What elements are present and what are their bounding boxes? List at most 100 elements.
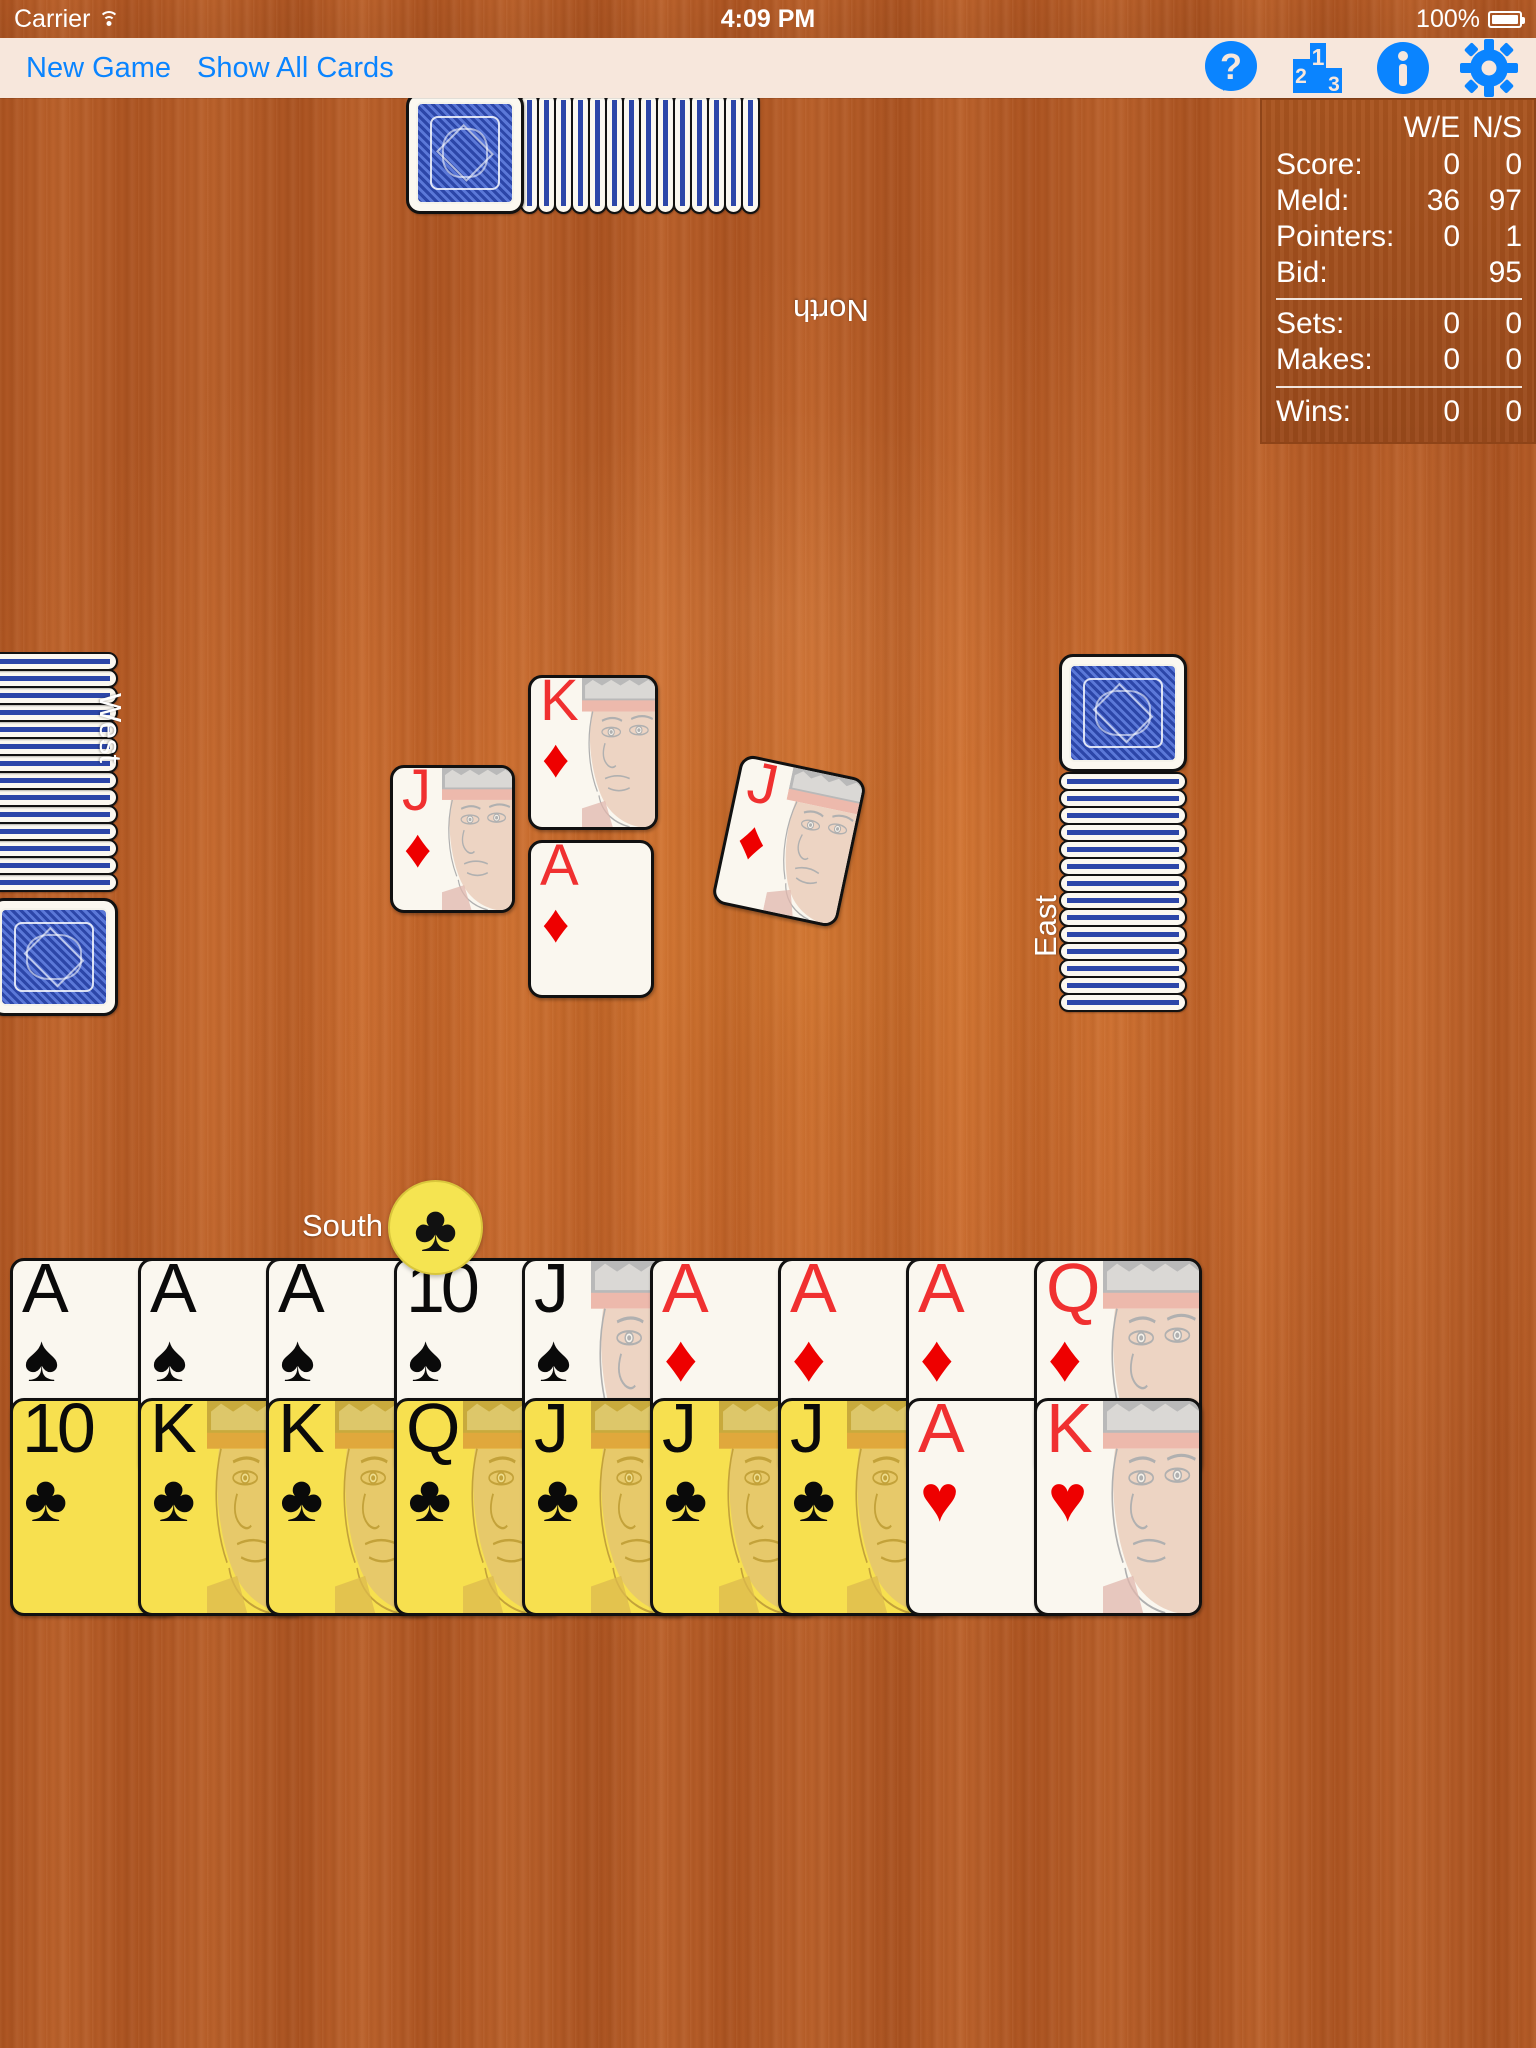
card-suit-spades: ♠ — [536, 1321, 572, 1395]
scoreboard-row-meld: Meld: 36 97 — [1276, 183, 1522, 219]
card-back-north-top — [406, 92, 524, 214]
card-suit-clubs: ♣ — [280, 1461, 324, 1535]
card-back-west-edge — [0, 839, 118, 858]
scoreboard-row-pointers: Pointers: 0 1 — [1276, 219, 1522, 255]
card-rank: Q — [1046, 1258, 1101, 1327]
scoreboard-row-wins: Wins: 0 0 — [1276, 394, 1522, 430]
app-toolbar: New Game Show All Cards ? 1 2 3 — [0, 38, 1536, 98]
settings-gear-icon[interactable] — [1460, 39, 1518, 97]
hand-bottom-row-card-9[interactable]: K ♥ — [1034, 1398, 1202, 1616]
card-suit-spades: ♠ — [24, 1321, 60, 1395]
card-rank: A — [278, 1258, 325, 1327]
card-back-west-edge — [0, 856, 118, 875]
card-suit-diamonds: ♦ — [542, 729, 570, 789]
card-back-west-edge — [0, 771, 118, 790]
card-rank: K — [1046, 1398, 1093, 1467]
court-figure-art — [1102, 1401, 1199, 1613]
row-ns: 0 — [1505, 395, 1522, 429]
card-suit-diamonds: ♦ — [732, 809, 772, 874]
help-icon[interactable]: ? — [1202, 39, 1260, 97]
card-back-west-edge — [0, 652, 118, 671]
svg-text:2: 2 — [1295, 65, 1307, 88]
trick-card-north[interactable]: K ♦ — [528, 675, 658, 830]
seat-label-west: West — [93, 693, 128, 764]
card-suit-hearts: ♥ — [920, 1461, 960, 1535]
svg-text:1: 1 — [1312, 44, 1325, 70]
card-back-north-edge — [741, 92, 760, 214]
scoreboard-row-bid: Bid: 95 — [1276, 255, 1522, 291]
card-back-west-edge — [0, 873, 118, 892]
card-rank: A — [150, 1258, 197, 1327]
card-rank: J — [662, 1398, 697, 1467]
player-hand-south[interactable]: A ♠ A ♠ A ♠ 10 ♠ J ♠ A ♦ A ♦ A ♦ Q ♦ 10 … — [0, 1258, 1536, 2048]
card-suit-diamonds: ♦ — [664, 1321, 698, 1395]
card-back-west-edge — [0, 669, 118, 688]
card-suit-spades: ♠ — [152, 1321, 188, 1395]
card-suit-clubs: ♣ — [408, 1461, 452, 1535]
scoreboard-col-we: W/E — [1403, 111, 1461, 144]
scoreboard-panel: W/E N/S Score: 0 0 Meld: 36 97 Pointers:… — [1260, 98, 1536, 445]
row-we: 0 — [1443, 307, 1461, 341]
svg-text:?: ? — [1220, 46, 1242, 87]
scoreboard-row-makes: Makes: 0 0 — [1276, 342, 1522, 378]
card-rank: A — [662, 1258, 709, 1327]
card-rank: A — [790, 1258, 837, 1327]
row-we: 0 — [1443, 395, 1461, 429]
battery-percent-label: 100% — [1416, 4, 1480, 33]
card-rank: J — [790, 1398, 825, 1467]
card-rank: A — [540, 840, 579, 898]
leaderboard-icon[interactable]: 1 2 3 — [1288, 39, 1346, 97]
show-all-cards-button[interactable]: Show All Cards — [197, 52, 394, 85]
card-suit-clubs: ♣ — [24, 1461, 68, 1535]
card-rank: A — [918, 1398, 965, 1467]
card-suit-hearts: ♥ — [1048, 1461, 1088, 1535]
new-game-button[interactable]: New Game — [26, 52, 171, 85]
scoreboard-row-sets: Sets: 0 0 — [1276, 306, 1522, 342]
card-suit-diamonds: ♦ — [404, 819, 432, 879]
card-back-west-edge — [0, 822, 118, 841]
ios-status-bar: Carrier 4:09 PM 100% — [0, 0, 1536, 38]
card-rank: J — [402, 765, 431, 823]
trick-card-south[interactable]: A ♦ — [528, 840, 654, 998]
card-rank: Q — [406, 1398, 461, 1467]
seat-label-north: North — [793, 293, 869, 328]
row-label: Bid: — [1276, 255, 1328, 289]
trick-card-west[interactable]: J ♦ — [390, 765, 515, 913]
row-ns: 0 — [1505, 343, 1522, 377]
row-label: Pointers: — [1276, 219, 1395, 253]
card-suit-diamonds: ♦ — [792, 1321, 826, 1395]
card-suit-diamonds: ♦ — [920, 1321, 954, 1395]
card-rank: K — [540, 675, 579, 733]
card-back-west-edge — [0, 788, 118, 807]
card-suit-spades: ♠ — [280, 1321, 316, 1395]
card-suit-diamonds: ♦ — [1048, 1321, 1082, 1395]
card-suit-clubs: ♣ — [792, 1461, 836, 1535]
card-suit-clubs: ♣ — [536, 1461, 580, 1535]
court-figure-art — [582, 678, 655, 827]
card-suit-spades: ♠ — [408, 1321, 444, 1395]
row-we: 0 — [1443, 343, 1461, 377]
card-rank: J — [534, 1258, 569, 1327]
scoreboard-header-row: W/E N/S — [1276, 110, 1522, 147]
court-figure-art — [442, 768, 512, 910]
seat-label-east: East — [1028, 894, 1063, 957]
row-ns: 97 — [1488, 183, 1522, 217]
battery-full-icon — [1488, 10, 1525, 28]
card-rank: 10 — [22, 1398, 96, 1467]
card-back-west-top — [0, 898, 118, 1016]
trump-suit-badge: ♣ — [388, 1180, 483, 1275]
row-label: Score: — [1276, 147, 1363, 181]
card-suit-clubs: ♣ — [664, 1461, 708, 1535]
card-back-east-top — [1059, 654, 1187, 772]
scoreboard-row-score: Score: 0 0 — [1276, 147, 1522, 183]
info-icon[interactable] — [1374, 39, 1432, 97]
row-we — [1394, 255, 1460, 291]
row-ns: 0 — [1505, 147, 1522, 181]
row-we: 0 — [1443, 147, 1461, 181]
row-label: Meld: — [1276, 183, 1350, 217]
card-rank: K — [150, 1398, 197, 1467]
row-we: 0 — [1443, 219, 1461, 253]
row-we: 36 — [1426, 183, 1461, 217]
row-label: Sets: — [1276, 307, 1345, 341]
card-suit-clubs: ♣ — [152, 1461, 196, 1535]
